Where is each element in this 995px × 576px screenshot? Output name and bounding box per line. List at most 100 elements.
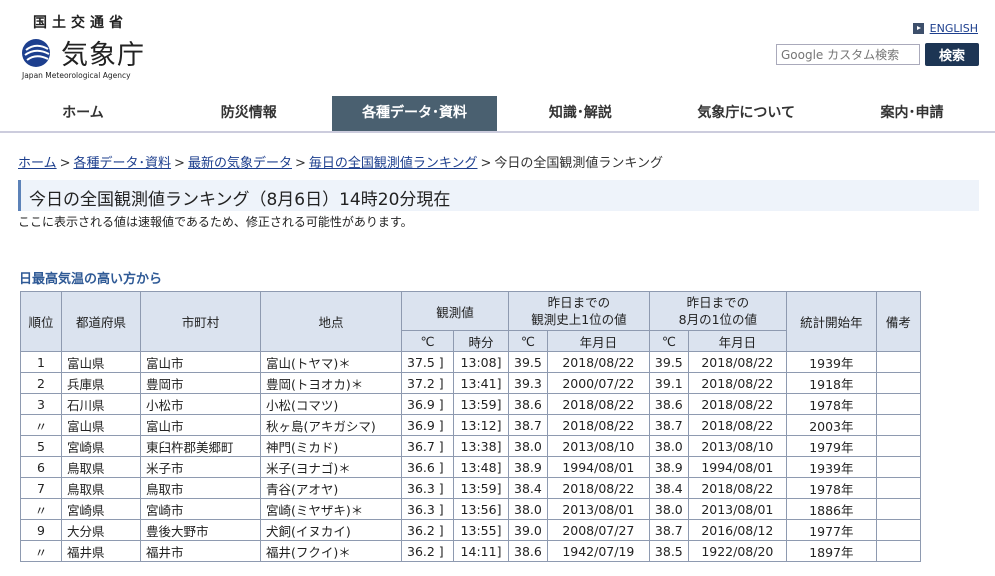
cell-start: 2003年 <box>785 414 877 436</box>
cell-rec: 39.5 <box>508 351 548 373</box>
cell-rank: 2 <box>20 372 62 394</box>
cell-rank: 7 <box>20 477 62 499</box>
cell-city: 東臼杵郡美郷町 <box>140 435 261 457</box>
cell-city: 福井市 <box>140 540 261 562</box>
cell-rec: 39.3 <box>508 372 548 394</box>
breadcrumb-data[interactable]: 各種データ･資料 <box>74 156 172 171</box>
header-observed: 観測値 <box>401 291 509 331</box>
cell-rank: 9 <box>20 519 62 541</box>
cell-val: 36.3 ] <box>401 477 454 499</box>
breadcrumb-home[interactable]: ホーム <box>18 156 57 171</box>
breadcrumb-latest[interactable]: 最新の気象データ <box>188 156 292 171</box>
cell-pref: 富山県 <box>61 414 141 436</box>
cell-city: 豊岡市 <box>140 372 261 394</box>
cell-rank: 〃 <box>20 498 62 520</box>
cell-time: 13:48] <box>453 456 509 478</box>
cell-rank: 〃 <box>20 414 62 436</box>
cell-val: 36.7 ] <box>401 435 454 457</box>
nav-about[interactable]: 気象庁について <box>663 96 829 131</box>
cell-city: 宮崎市 <box>140 498 261 520</box>
cell-start: 1978年 <box>785 393 877 415</box>
table-row: 6 鳥取県 米子市 米子(ヨナゴ)＊ 36.6 ] 13:48] 38.9 1994/08/0… <box>20 456 921 478</box>
english-link[interactable]: ENGLISH <box>912 22 978 35</box>
cell-station: 米子(ヨナゴ)＊ <box>260 456 402 478</box>
cell-time: 13:59] <box>453 477 509 499</box>
header-city: 市町村 <box>140 291 261 352</box>
table-row: 2 兵庫県 豊岡市 豊岡(トヨオカ)＊ 37.2 ] 13:41] 39.3 2000/07/… <box>20 372 921 394</box>
cell-rank: 6 <box>20 456 62 478</box>
agency-name[interactable]: 気象庁 <box>61 33 145 72</box>
arrow-right-icon <box>912 23 924 34</box>
cell-start: 1918年 <box>785 372 877 394</box>
cell-rec: 39.0 <box>508 519 548 541</box>
table-row: 7 鳥取県 鳥取市 青谷(アオヤ) 36.3 ] 13:59] 38.4 2018/08/22… <box>20 477 921 499</box>
ranking-table: 順位 都道府県 市町村 地点 観測値 昨日までの 観測史上1位の値 昨日までの … <box>20 291 921 562</box>
nav-disaster-info[interactable]: 防災情報 <box>166 96 332 131</box>
cell-val: 36.6 ] <box>401 456 454 478</box>
table-row: 〃富山県 富山市 秋ヶ島(アキガシマ) 36.9 ] 13:12] 38.7 2018/08… <box>20 414 921 436</box>
cell-station: 犬飼(イヌカイ) <box>260 519 402 541</box>
cell-pref: 福井県 <box>61 540 141 562</box>
cell-rec: 38.0 <box>508 498 548 520</box>
cell-mon: 39.5 <box>648 351 689 373</box>
cell-time: 13:38] <box>453 435 509 457</box>
cell-mon-date: 2013/08/10 <box>687 435 787 457</box>
cell-pref: 大分県 <box>61 519 141 541</box>
cell-city: 鳥取市 <box>140 477 261 499</box>
jma-logo-icon[interactable] <box>21 38 55 68</box>
cell-rank: 5 <box>20 435 62 457</box>
cell-mon: 39.1 <box>648 372 689 394</box>
cell-rec: 38.4 <box>508 477 548 499</box>
cell-rec: 38.7 <box>508 414 548 436</box>
cell-start: 1979年 <box>785 435 877 457</box>
cell-mon: 38.6 <box>648 393 689 415</box>
cell-station: 富山(トヤマ)＊ <box>260 351 402 373</box>
cell-station: 青谷(アオヤ) <box>260 477 402 499</box>
nav-data[interactable]: 各種データ･資料 <box>331 96 498 131</box>
cell-city: 米子市 <box>140 456 261 478</box>
cell-mon-date: 2018/08/22 <box>687 477 787 499</box>
cell-mon-date: 2018/08/22 <box>687 414 787 436</box>
cell-rec: 38.6 <box>508 540 548 562</box>
cell-rank: 〃 <box>20 540 62 562</box>
cell-rec-date: 2018/08/22 <box>546 351 650 373</box>
search-button[interactable]: 検索 <box>925 43 979 66</box>
table-row: 〃宮崎県 宮崎市 宮崎(ミヤザキ)＊ 36.3 ] 13:56] 38.0 2013/08/… <box>20 498 921 520</box>
cell-mon-date: 2016/08/12 <box>687 519 787 541</box>
header-station: 地点 <box>260 291 402 352</box>
search-input[interactable] <box>776 44 920 65</box>
cell-note <box>875 519 921 541</box>
breadcrumb-daily-ranking[interactable]: 毎日の全国観測値ランキング <box>309 156 478 171</box>
cell-start: 1978年 <box>785 477 877 499</box>
cell-mon-date: 2018/08/22 <box>687 393 787 415</box>
ministry-name: 国土交通省 <box>33 15 128 31</box>
cell-station: 宮崎(ミヤザキ)＊ <box>260 498 402 520</box>
header-month-record: 昨日までの 8月の1位の値 <box>648 291 787 331</box>
cell-pref: 宮崎県 <box>61 498 141 520</box>
cell-city: 富山市 <box>140 351 261 373</box>
cell-mon-date: 1994/08/01 <box>687 456 787 478</box>
header-pref: 都道府県 <box>61 291 141 352</box>
cell-start: 1897年 <box>785 540 877 562</box>
cell-rec: 38.9 <box>508 456 548 478</box>
cell-mon-date: 2018/08/22 <box>687 351 787 373</box>
cell-time: 13:59] <box>453 393 509 415</box>
cell-time: 13:56] <box>453 498 509 520</box>
breadcrumb-current: 今日の全国観測値ランキング <box>494 156 664 171</box>
cell-val: 36.3 ] <box>401 498 454 520</box>
cell-time: 13:08] <box>453 351 509 373</box>
cell-time: 14:11] <box>453 540 509 562</box>
cell-note <box>875 414 921 436</box>
nav-home[interactable]: ホーム <box>0 96 166 131</box>
cell-rec: 38.6 <box>508 393 548 415</box>
cell-note <box>875 393 921 415</box>
nav-knowledge[interactable]: 知識･解説 <box>497 96 663 131</box>
cell-mon: 38.4 <box>648 477 689 499</box>
cell-rank: 1 <box>20 351 62 373</box>
cell-note <box>875 477 921 499</box>
cell-start: 1939年 <box>785 456 877 478</box>
cell-mon-date: 1922/08/20 <box>687 540 787 562</box>
cell-val: 36.2 ] <box>401 540 454 562</box>
main-nav: ホーム 防災情報 各種データ･資料 知識･解説 気象庁について 案内･申請 <box>0 96 995 133</box>
nav-guide[interactable]: 案内･申請 <box>829 96 995 131</box>
